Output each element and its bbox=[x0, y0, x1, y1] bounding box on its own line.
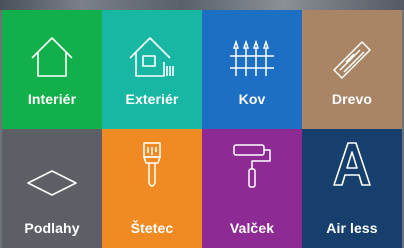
house-fence-icon bbox=[126, 32, 178, 84]
tile-podlahy[interactable]: Podlahy bbox=[2, 129, 102, 248]
paint-roller-icon bbox=[226, 139, 278, 191]
tile-kov[interactable]: Kov bbox=[202, 10, 302, 129]
tile-stetec[interactable]: Štetec bbox=[102, 129, 202, 248]
tile-valcek[interactable]: Valček bbox=[202, 129, 302, 248]
tile-label: Interiér bbox=[27, 91, 77, 107]
wood-plank-icon bbox=[326, 32, 378, 84]
tile-interier[interactable]: Interiér bbox=[2, 10, 102, 129]
tile-label: Exteriér bbox=[125, 91, 179, 107]
tile-label: Štetec bbox=[130, 220, 174, 236]
tile-label: Air less bbox=[326, 220, 378, 236]
tile-label: Podlahy bbox=[24, 220, 80, 236]
floor-icon bbox=[26, 157, 78, 209]
letter-a-icon bbox=[326, 139, 378, 191]
house-icon bbox=[26, 32, 78, 84]
tile-label: Kov bbox=[238, 91, 266, 107]
tile-label: Drevo bbox=[331, 91, 373, 107]
category-grid: Interiér Exteriér Kov Drevo Podlahy Štet… bbox=[2, 10, 402, 248]
tile-air-less[interactable]: Air less bbox=[302, 129, 402, 248]
tile-drevo[interactable]: Drevo bbox=[302, 10, 402, 129]
paintbrush-icon bbox=[126, 139, 178, 191]
tile-exterier[interactable]: Exteriér bbox=[102, 10, 202, 129]
background-photo-strip bbox=[0, 0, 404, 10]
tile-label: Valček bbox=[229, 220, 275, 236]
metal-fence-icon bbox=[226, 32, 278, 84]
